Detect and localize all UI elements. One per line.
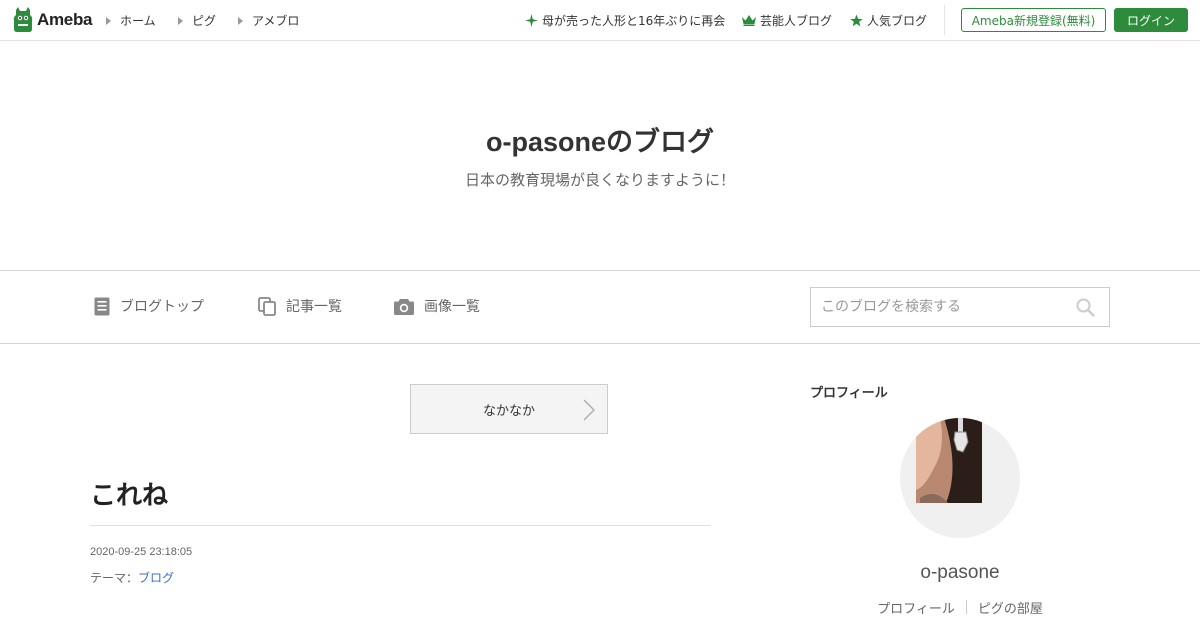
document-icon	[94, 297, 110, 315]
profile-link[interactable]: プロフィール	[877, 598, 955, 617]
register-button[interactable]: Ameba新規登録(無料)	[961, 8, 1106, 32]
sparkle-icon	[525, 14, 538, 27]
ameba-logo[interactable]: Ameba	[12, 7, 92, 33]
login-button[interactable]: ログイン	[1114, 8, 1188, 32]
star-icon	[850, 14, 863, 27]
entry-date: 2020-09-25 23:18:05	[90, 546, 193, 558]
search-input[interactable]	[811, 288, 1071, 326]
blog-nav: ブログトップ 記事一覧 画像一覧	[0, 270, 1200, 344]
pigg-room-link[interactable]: ピグの部屋	[978, 598, 1043, 617]
global-header: Ameba ホーム ピグ アメブロ 母が売った人形と16年ぶりに再会 芸能人ブロ…	[0, 0, 1200, 41]
nav-blog-top-label: ブログトップ	[120, 299, 204, 315]
theme-nav-label: なかなか	[482, 403, 535, 419]
nav-image-list-label: 画像一覧	[424, 299, 480, 315]
nav-entry-list[interactable]: 記事一覧	[258, 296, 342, 316]
link-news-label: 母が売った人形と16年ぶりに再会	[542, 14, 726, 28]
triangle-right-icon	[178, 16, 183, 25]
entry-theme-prefix: テーマ：	[90, 571, 139, 585]
link-separator	[965, 600, 967, 614]
triangle-right-icon	[238, 16, 243, 25]
entry-divider	[90, 525, 711, 526]
theme-nav-button[interactable]: なかなか	[410, 384, 608, 434]
nav-home[interactable]: ホーム	[106, 12, 156, 29]
entry-title[interactable]: これね	[90, 475, 168, 512]
nav-ameblo-label: アメブロ	[252, 14, 300, 28]
link-news[interactable]: 母が売った人形と16年ぶりに再会	[525, 12, 725, 29]
entry-theme: テーマ：ブログ	[90, 569, 174, 586]
avatar[interactable]	[900, 418, 1020, 538]
crown-icon	[742, 15, 756, 26]
profile-name[interactable]: o-pasone	[810, 562, 1110, 584]
nav-pigg[interactable]: ピグ	[178, 12, 216, 29]
blog-search	[810, 287, 1110, 327]
copy-icon	[258, 296, 276, 316]
nav-pigg-label: ピグ	[192, 14, 217, 28]
ameba-mascot-icon	[13, 7, 33, 32]
link-popular-blog[interactable]: 人気ブログ	[850, 12, 927, 29]
camera-icon	[394, 298, 414, 315]
avatar-photo	[900, 418, 1020, 538]
blog-title[interactable]: o-pasoneのブログ	[0, 120, 1200, 159]
blog-description: 日本の教育現場が良くなりますように！	[464, 171, 735, 189]
link-celebrity-blog-label: 芸能人ブログ	[760, 14, 833, 28]
entry-theme-link[interactable]: ブログ	[138, 571, 174, 585]
sidebar-profile-heading: プロフィール	[810, 386, 888, 401]
nav-home-label: ホーム	[120, 14, 156, 28]
nav-entry-list-label: 記事一覧	[286, 299, 342, 315]
divider	[944, 5, 945, 35]
logo-text: Ameba	[37, 10, 93, 29]
profile-links: プロフィール ピグの部屋	[810, 598, 1110, 617]
nav-image-list[interactable]: 画像一覧	[394, 296, 480, 316]
nav-ameblo[interactable]: アメブロ	[238, 12, 299, 29]
triangle-right-icon	[106, 16, 111, 25]
chevron-right-icon	[583, 399, 595, 421]
link-celebrity-blog[interactable]: 芸能人ブログ	[742, 12, 832, 29]
nav-blog-top[interactable]: ブログトップ	[94, 296, 204, 316]
link-popular-blog-label: 人気ブログ	[867, 14, 928, 28]
search-icon[interactable]	[1076, 298, 1095, 317]
